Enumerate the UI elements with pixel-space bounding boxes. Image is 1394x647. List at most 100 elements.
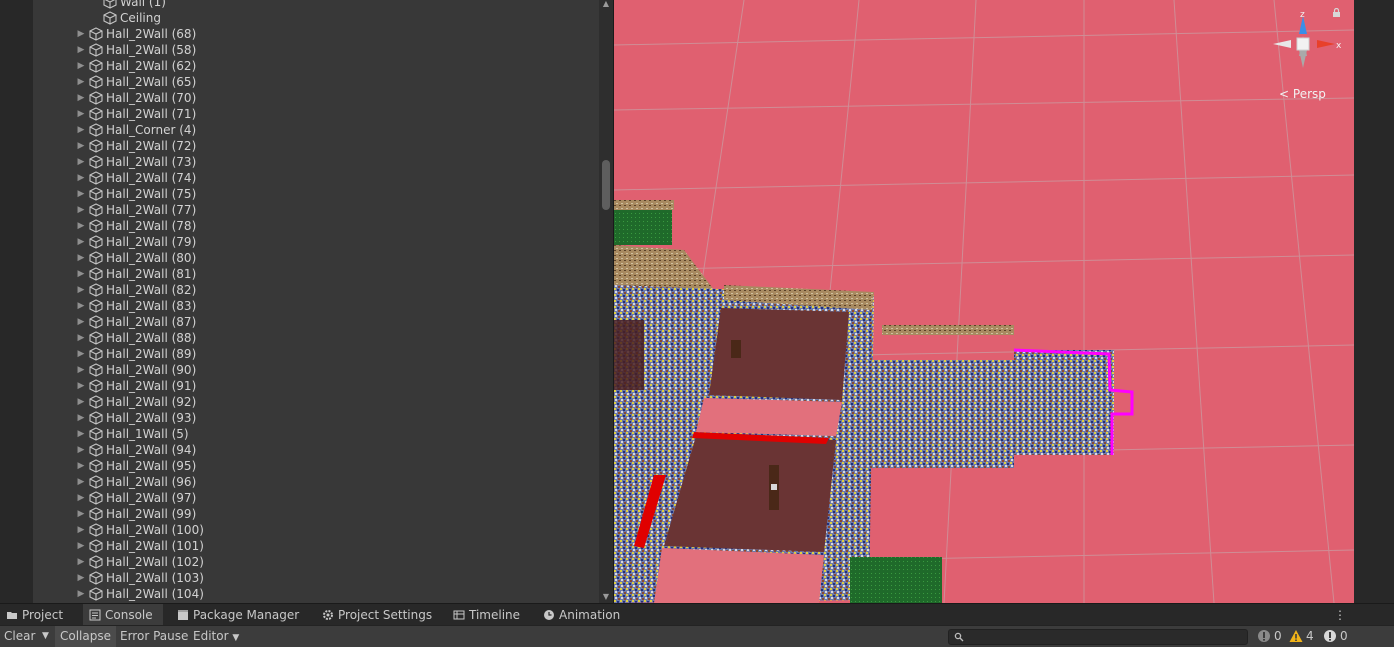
hierarchy-scrollbar[interactable]: ▲ ▼: [599, 0, 613, 603]
hierarchy-row[interactable]: ▶ Hall_2Wall (83): [33, 298, 599, 314]
hierarchy-row[interactable]: ▶ Hall_2Wall (94): [33, 442, 599, 458]
expand-arrow-icon[interactable]: ▶: [76, 506, 86, 522]
hierarchy-row[interactable]: ▶ Hall_2Wall (82): [33, 282, 599, 298]
expand-arrow-icon[interactable]: ▶: [76, 394, 86, 410]
expand-arrow-icon[interactable]: ▶: [76, 378, 86, 394]
editor-label: Editor: [193, 629, 229, 643]
console-search-input[interactable]: [948, 629, 1248, 645]
scene-view[interactable]: z x < Persp: [613, 0, 1354, 603]
expand-arrow-icon[interactable]: ▶: [76, 362, 86, 378]
log-count-toggle[interactable]: 0: [1257, 626, 1282, 647]
hierarchy-row[interactable]: ▶ Hall_2Wall (72): [33, 138, 599, 154]
expand-arrow-icon[interactable]: ▶: [76, 298, 86, 314]
hierarchy-row[interactable]: ▶ Hall_2Wall (96): [33, 474, 599, 490]
hierarchy-row[interactable]: ▶ Hall_2Wall (58): [33, 42, 599, 58]
hierarchy-row[interactable]: ▶ Hall_2Wall (87): [33, 314, 599, 330]
lock-icon[interactable]: [1332, 8, 1341, 17]
editor-dropdown[interactable]: Editor ▼: [193, 626, 239, 647]
expand-arrow-icon[interactable]: ▶: [76, 90, 86, 106]
hierarchy-row[interactable]: ▶ Hall_2Wall (97): [33, 490, 599, 506]
hierarchy-row[interactable]: ▶ Hall_2Wall (90): [33, 362, 599, 378]
error-count-toggle[interactable]: 0: [1323, 626, 1349, 647]
expand-arrow-icon[interactable]: ▶: [76, 74, 86, 90]
hierarchy-row[interactable]: ▶ Hall_1Wall (5): [33, 426, 599, 442]
hierarchy-row[interactable]: ▶ Hall_2Wall (89): [33, 346, 599, 362]
tab-package-manager[interactable]: Package Manager: [171, 604, 311, 626]
expand-arrow-icon[interactable]: ▶: [76, 106, 86, 122]
hierarchy-row[interactable]: ▶ Hall_2Wall (74): [33, 170, 599, 186]
expand-arrow-icon[interactable]: ▶: [76, 410, 86, 426]
expand-arrow-icon[interactable]: ▶: [76, 42, 86, 58]
hierarchy-row[interactable]: ▶ Hall_2Wall (102): [33, 554, 599, 570]
hierarchy-row[interactable]: ▶ Hall_2Wall (81): [33, 266, 599, 282]
expand-arrow-icon[interactable]: ▶: [76, 330, 86, 346]
warning-count-toggle[interactable]: 4: [1289, 626, 1315, 647]
hierarchy-row[interactable]: ▶ Hall_Corner (4): [33, 122, 599, 138]
expand-arrow-icon[interactable]: ▶: [76, 122, 86, 138]
axis-gizmo-icon[interactable]: z x: [1271, 6, 1341, 86]
collapse-toggle[interactable]: Collapse: [55, 626, 116, 647]
expand-arrow-icon[interactable]: ▶: [76, 490, 86, 506]
tab-animation[interactable]: Animation: [537, 604, 629, 626]
scroll-up-icon[interactable]: ▲: [599, 0, 613, 8]
expand-arrow-icon[interactable]: ▶: [76, 218, 86, 234]
expand-arrow-icon[interactable]: ▶: [76, 186, 86, 202]
hierarchy-row[interactable]: ▶ Hall_2Wall (92): [33, 394, 599, 410]
hierarchy-row[interactable]: ▶ Hall_2Wall (80): [33, 250, 599, 266]
expand-arrow-icon[interactable]: ▶: [76, 346, 86, 362]
expand-arrow-icon[interactable]: ▶: [76, 426, 86, 442]
hierarchy-row[interactable]: Wall (1): [33, 0, 599, 10]
hierarchy-row[interactable]: ▶ Hall_2Wall (77): [33, 202, 599, 218]
hierarchy-row[interactable]: ▶ Hall_2Wall (65): [33, 74, 599, 90]
expand-arrow-icon[interactable]: ▶: [76, 138, 86, 154]
expand-arrow-icon[interactable]: ▶: [76, 538, 86, 554]
hierarchy-row[interactable]: ▶ Hall_2Wall (79): [33, 234, 599, 250]
hierarchy-row[interactable]: ▶ Hall_2Wall (100): [33, 522, 599, 538]
projection-toggle[interactable]: < Persp: [1279, 87, 1326, 101]
hierarchy-row[interactable]: ▶ Hall_2Wall (91): [33, 378, 599, 394]
hierarchy-row[interactable]: ▶ Hall_2Wall (78): [33, 218, 599, 234]
expand-arrow-icon[interactable]: ▶: [76, 234, 86, 250]
hierarchy-row[interactable]: ▶ Hall_2Wall (101): [33, 538, 599, 554]
expand-arrow-icon[interactable]: ▶: [76, 26, 86, 42]
expand-arrow-icon[interactable]: ▶: [76, 202, 86, 218]
expand-arrow-icon[interactable]: ▶: [76, 554, 86, 570]
hierarchy-row[interactable]: ▶ Hall_2Wall (95): [33, 458, 599, 474]
tab-console[interactable]: Console: [83, 604, 163, 626]
expand-arrow-icon[interactable]: ▶: [76, 282, 86, 298]
expand-arrow-icon[interactable]: ▶: [76, 250, 86, 266]
expand-arrow-icon[interactable]: ▶: [76, 522, 86, 538]
expand-arrow-icon[interactable]: ▶: [76, 570, 86, 586]
hierarchy-row[interactable]: ▶ Hall_2Wall (104): [33, 586, 599, 602]
clear-options-dropdown-icon[interactable]: ▼: [42, 626, 49, 647]
hierarchy-row[interactable]: ▶ Hall_2Wall (99): [33, 506, 599, 522]
hierarchy-row[interactable]: ▶ Hall_2Wall (103): [33, 570, 599, 586]
hierarchy-row[interactable]: ▶ Hall_2Wall (62): [33, 58, 599, 74]
expand-arrow-icon[interactable]: ▶: [76, 170, 86, 186]
more-options-icon[interactable]: ⋮: [1334, 606, 1346, 624]
expand-arrow-icon[interactable]: ▶: [76, 458, 86, 474]
scrollbar-thumb[interactable]: [602, 160, 610, 210]
clear-button[interactable]: Clear: [4, 626, 35, 647]
hierarchy-row[interactable]: ▶ Hall_2Wall (68): [33, 26, 599, 42]
expand-arrow-icon[interactable]: ▶: [76, 586, 86, 602]
expand-arrow-icon[interactable]: ▶: [76, 266, 86, 282]
expand-arrow-icon[interactable]: ▶: [76, 154, 86, 170]
tab-project[interactable]: Project: [0, 604, 76, 626]
hierarchy-row[interactable]: ▶ Hall_2Wall (70): [33, 90, 599, 106]
expand-arrow-icon[interactable]: ▶: [76, 442, 86, 458]
tab-project-settings[interactable]: Project Settings: [316, 604, 440, 626]
tab-timeline[interactable]: Timeline: [447, 604, 533, 626]
hierarchy-tree: Wall (1) Ceiling ▶ Hall_2Wall (68) ▶ Hall_2Wa…: [33, 0, 599, 602]
hierarchy-row[interactable]: ▶ Hall_2Wall (73): [33, 154, 599, 170]
error-pause-toggle[interactable]: Error Pause: [120, 626, 188, 647]
expand-arrow-icon[interactable]: ▶: [76, 474, 86, 490]
scroll-down-icon[interactable]: ▼: [599, 592, 613, 601]
expand-arrow-icon[interactable]: ▶: [76, 58, 86, 74]
hierarchy-row[interactable]: ▶ Hall_2Wall (88): [33, 330, 599, 346]
hierarchy-row[interactable]: ▶ Hall_2Wall (93): [33, 410, 599, 426]
hierarchy-row[interactable]: ▶ Hall_2Wall (75): [33, 186, 599, 202]
hierarchy-row[interactable]: ▶ Hall_2Wall (71): [33, 106, 599, 122]
expand-arrow-icon[interactable]: ▶: [76, 314, 86, 330]
hierarchy-row[interactable]: Ceiling: [33, 10, 599, 26]
